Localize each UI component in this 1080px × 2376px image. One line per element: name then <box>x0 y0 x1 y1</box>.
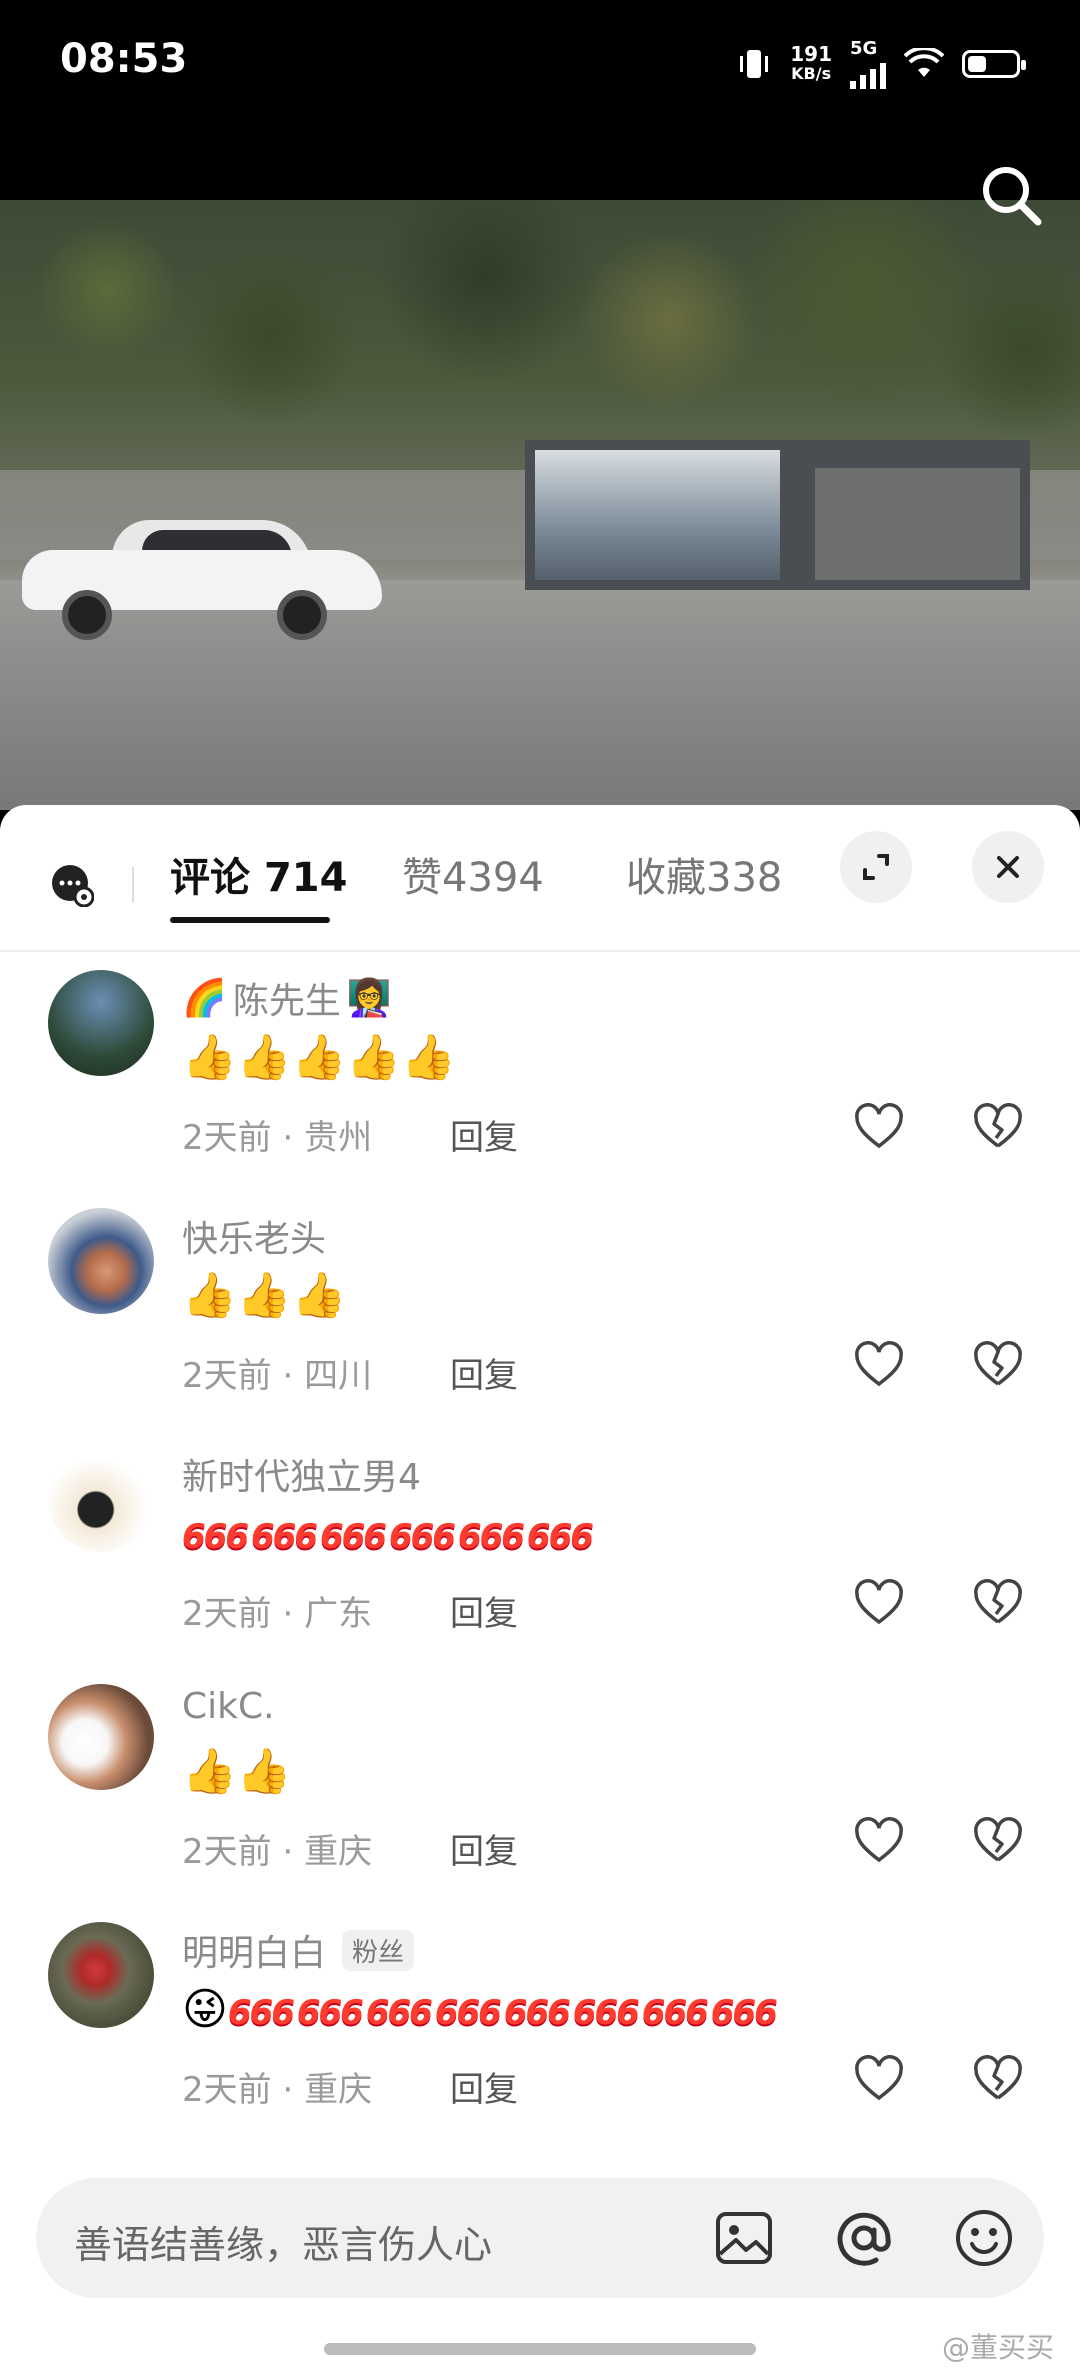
list-item: 🌈 陈先生 👩‍🏫 👍👍👍👍👍 2天前 · 贵州 回复 <box>0 950 1080 1188</box>
username[interactable]: 🌈 陈先生 👩‍🏫 <box>182 972 392 1024</box>
heart-icon[interactable] <box>853 1102 905 1154</box>
fan-badge: 粉丝 <box>342 1929 415 1971</box>
comment-text: 👍👍👍👍👍 <box>182 1032 456 1083</box>
tab-favorites[interactable]: 收藏338 <box>626 845 782 903</box>
tab-comments[interactable]: 评论 714 <box>170 845 347 903</box>
heart-icon[interactable] <box>853 1340 905 1392</box>
avatar[interactable] <box>48 1446 154 1552</box>
sheet-header: 评论 714 赞4394 收藏338 <box>0 805 1080 952</box>
close-button[interactable] <box>972 831 1044 903</box>
status-bar: 08:53 191 KB/s 5G <box>0 0 1080 200</box>
video-preview[interactable] <box>0 200 1080 810</box>
avatar[interactable] <box>48 1208 154 1314</box>
comment-meta: 2天前 · 重庆 <box>182 1832 373 1872</box>
chat-settings-icon[interactable] <box>50 863 94 907</box>
close-icon <box>997 856 1019 878</box>
avatar[interactable] <box>48 970 154 1076</box>
emoji-icon[interactable] <box>952 2206 1016 2270</box>
avatar[interactable] <box>48 1684 154 1790</box>
comment-meta: 2天前 · 重庆 <box>182 2070 373 2110</box>
broken-heart-icon[interactable] <box>972 2054 1024 2106</box>
username[interactable]: CikC. <box>182 1686 275 1727</box>
reply-button[interactable]: 回复 <box>450 1110 518 1159</box>
tab-indicator <box>170 917 330 923</box>
broken-heart-icon[interactable] <box>972 1578 1024 1630</box>
comment-meta: 2天前 · 四川 <box>182 1356 373 1396</box>
at-icon[interactable] <box>832 2206 896 2270</box>
comment-input[interactable]: 善语结善缘，恶言伤人心 <box>36 2178 1044 2298</box>
battery-icon <box>962 49 1026 78</box>
broken-heart-icon[interactable] <box>972 1816 1024 1868</box>
comment-text: 👍👍👍 <box>182 1270 347 1321</box>
comment-text: 👍👍 <box>182 1746 292 1797</box>
list-item: CikC. 👍👍 2天前 · 重庆 回复 <box>0 1664 1080 1902</box>
image-icon[interactable] <box>712 2206 776 2270</box>
heart-icon[interactable] <box>853 1578 905 1630</box>
avatar[interactable] <box>48 1922 154 2028</box>
reply-button[interactable]: 回复 <box>450 2062 518 2111</box>
expand-icon <box>863 854 889 880</box>
reply-button[interactable]: 回复 <box>450 1824 518 1873</box>
list-item: 明明白白 粉丝 😜666 666 666 666 666 666 666 666 2天前 · 重… <box>0 1902 1080 2140</box>
swap-station-image <box>525 440 1030 590</box>
home-indicator[interactable] <box>324 2343 756 2355</box>
broken-heart-icon[interactable] <box>972 1102 1024 1154</box>
signal-icon: 5G <box>850 38 886 89</box>
list-item: 快乐老头 👍👍👍 2天前 · 四川 回复 <box>0 1188 1080 1426</box>
comment-text: 😜666 666 666 666 666 666 666 666 <box>182 1984 778 2035</box>
username[interactable]: 明明白白 粉丝 <box>182 1924 415 1976</box>
heart-icon[interactable] <box>853 2054 905 2106</box>
username[interactable]: 新时代独立男4 <box>182 1448 421 1500</box>
comment-meta: 2天前 · 广东 <box>182 1594 373 1634</box>
car-image <box>22 520 382 640</box>
heart-icon[interactable] <box>853 1816 905 1868</box>
comment-text: 666 666 666 666 666 666 <box>182 1517 594 1557</box>
tab-likes[interactable]: 赞4394 <box>402 845 544 903</box>
watermark: @董买买 <box>941 2331 1054 2364</box>
search-icon[interactable] <box>976 160 1046 230</box>
status-time: 08:53 <box>60 36 188 82</box>
reply-button[interactable]: 回复 <box>450 1586 518 1635</box>
input-placeholder: 善语结善缘，恶言伤人心 <box>74 2223 493 2267</box>
list-item: 新时代独立男4 666 666 666 666 666 666 2天前 · 广东 回复 <box>0 1426 1080 1664</box>
username[interactable]: 快乐老头 <box>182 1210 326 1262</box>
net-speed: 191 KB/s <box>790 41 832 83</box>
expand-button[interactable] <box>840 831 912 903</box>
wifi-icon <box>904 47 944 77</box>
broken-heart-icon[interactable] <box>972 1340 1024 1392</box>
vibrate-icon <box>740 49 769 78</box>
reply-button[interactable]: 回复 <box>450 1348 518 1397</box>
comment-meta: 2天前 · 贵州 <box>182 1118 373 1158</box>
comment-sheet: 评论 714 赞4394 收藏338 🌈 陈先生 👩‍🏫 👍👍👍👍👍 2天前 · 贵… <box>0 805 1080 2376</box>
